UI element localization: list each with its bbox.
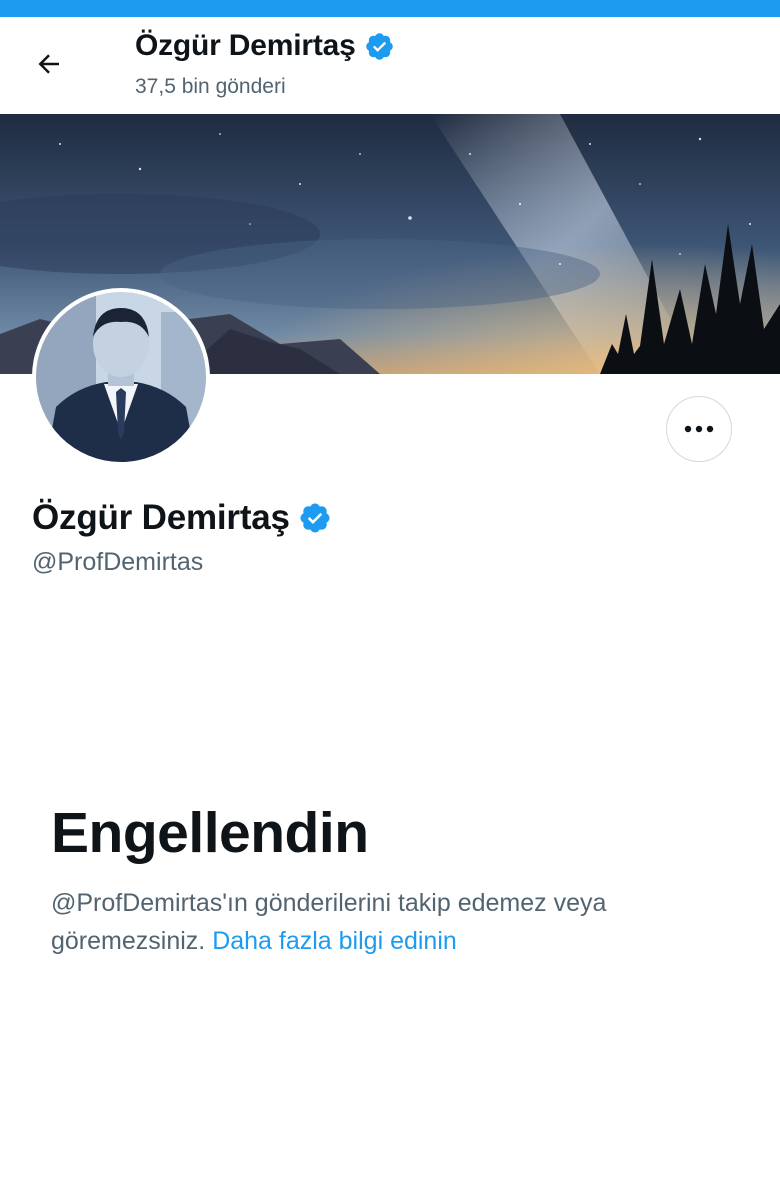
- verified-badge-icon[interactable]: [298, 501, 332, 535]
- blocked-message: @ProfDemirtas'ın gönderilerini takip ede…: [51, 884, 731, 960]
- header-title: Özgür Demirtaş: [135, 29, 395, 63]
- profile-name-row: Özgür Demirtaş: [32, 498, 332, 538]
- back-button[interactable]: [22, 44, 76, 84]
- avatar-photo: [36, 292, 206, 462]
- more-horizontal-icon: [684, 425, 714, 433]
- profile-header-bar: Özgür Demirtaş 37,5 bin gönderi: [0, 17, 780, 114]
- profile-name: Özgür Demirtaş: [32, 498, 290, 537]
- post-count: 37,5 bin gönderi: [135, 75, 286, 98]
- profile-handle: @ProfDemirtas: [32, 548, 204, 576]
- profile-avatar[interactable]: [32, 288, 210, 466]
- top-accent-bar: [0, 0, 780, 17]
- arrow-left-icon: [38, 54, 59, 74]
- learn-more-link[interactable]: Daha fazla bilgi edinin: [212, 927, 457, 955]
- more-options-button[interactable]: [666, 396, 732, 462]
- header-name: Özgür Demirtaş: [135, 29, 356, 62]
- blocked-title: Engellendin: [51, 801, 369, 865]
- verified-badge-icon: [365, 32, 393, 60]
